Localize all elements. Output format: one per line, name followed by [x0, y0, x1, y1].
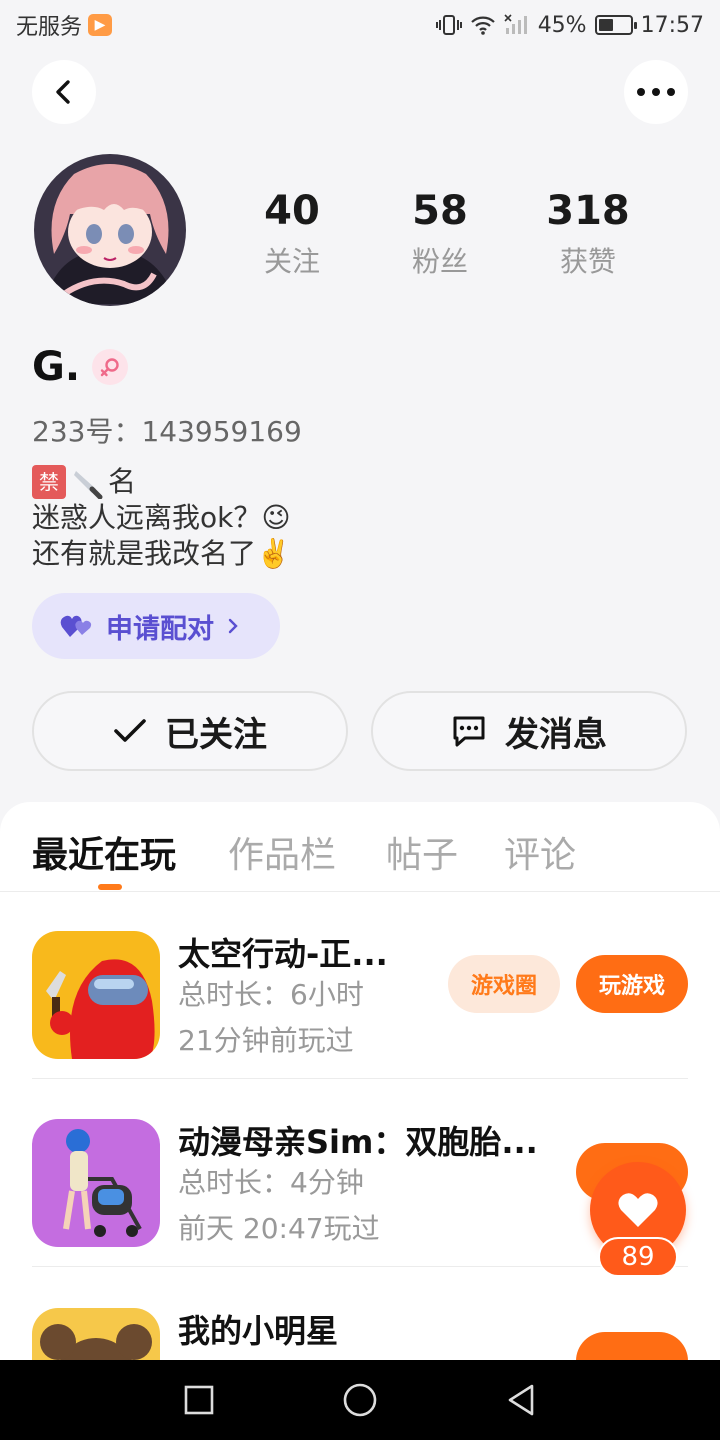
battery-icon [594, 15, 637, 35]
like-count-badge: 89 [598, 1237, 678, 1277]
battery-fill [598, 19, 613, 31]
app-notification-icon: ▶ [88, 14, 113, 36]
bio-line-3: 还有就是我改名了✌️ [32, 537, 291, 570]
game-duration: 总时长：6小时 [178, 978, 364, 1011]
wifi-icon [470, 16, 495, 35]
send-message-button[interactable]: 发消息 [371, 691, 687, 771]
tab-comments[interactable]: 评论 [504, 826, 576, 878]
tab-recently-played[interactable]: 最近在玩 [32, 826, 176, 878]
game-circle-button[interactable]: 游戏圈 [448, 955, 560, 1013]
chevron-right-icon [228, 618, 238, 634]
send-message-label: 发消息 [505, 714, 607, 755]
avatar[interactable] [34, 154, 186, 306]
game-title: 太空行动-正... [178, 935, 388, 973]
tab-posts[interactable]: 帖子 [386, 826, 458, 878]
status-bar: 无服务 ▶ 45% 17:57 [0, 0, 720, 50]
game-title: 动漫母亲Sim：双胞胎... [178, 1123, 538, 1161]
game-title: 我的小明星 [178, 1312, 339, 1350]
game-last-played: 21分钟前玩过 [178, 1024, 354, 1057]
more-button[interactable] [624, 60, 688, 124]
list-item[interactable]: 动漫母亲Sim：双胞胎... 总时长：4分钟 前天 20:47玩过 [32, 1079, 688, 1267]
list-item[interactable]: 太空行动-正... 总时长：6小时 21分钟前玩过 游戏圈 玩游戏 [32, 891, 688, 1079]
bio-line-2: 迷惑人远离我ok？😉 [32, 501, 291, 534]
pair-request-button[interactable]: 申请配对 [32, 593, 280, 659]
ban-tag: 禁 [32, 465, 66, 499]
tab-indicator [98, 884, 122, 890]
battery-percent: 45% [537, 12, 587, 38]
double-heart-icon [60, 615, 92, 637]
followed-button[interactable]: 已关注 [32, 691, 348, 771]
list-item[interactable]: 我的小明星 [32, 1268, 688, 1362]
vibrate-icon [435, 15, 462, 35]
play-game-button[interactable] [576, 1332, 688, 1362]
play-game-button[interactable]: 玩游戏 [576, 955, 688, 1013]
bio-line-1: 名 [108, 465, 137, 498]
knife-icon [74, 471, 103, 499]
pair-request-label: 申请配对 [106, 613, 214, 645]
game-icon [32, 1119, 160, 1247]
stat-likes[interactable]: 318 获赞 [528, 188, 648, 280]
back-nav-icon[interactable] [506, 1384, 536, 1416]
game-last-played: 前天 20:47玩过 [178, 1212, 380, 1245]
likes-count: 318 [546, 188, 630, 234]
chevron-left-icon [56, 80, 70, 104]
username: G. [32, 344, 81, 390]
home-icon[interactable] [342, 1382, 378, 1418]
female-icon [92, 349, 129, 385]
profile-page: 无服务 ▶ 45% 17:57 40 关注 58 粉丝 318 获赞 G. 23… [0, 0, 720, 1440]
tab-bar: 最近在玩 作品栏 帖子 评论 [0, 802, 720, 892]
signal-icon [504, 14, 527, 34]
game-icon [32, 931, 160, 1059]
content-panel: 最近在玩 作品栏 帖子 评论 太空行动-正... 总时长：6小时 21分钟前玩过… [0, 802, 720, 1362]
stat-following[interactable]: 40 关注 [232, 188, 352, 280]
clock: 17:57 [640, 12, 704, 38]
system-nav-bar [0, 1360, 720, 1440]
tab-works[interactable]: 作品栏 [228, 826, 336, 878]
likes-label: 获赞 [559, 245, 616, 278]
avatar-image [34, 154, 186, 306]
divider [32, 1266, 688, 1267]
game-icon [32, 1308, 160, 1362]
user-id: 233号：143959169 [32, 415, 302, 448]
heart-icon [618, 1193, 658, 1227]
carrier-text: 无服务 [16, 15, 83, 40]
following-label: 关注 [263, 245, 320, 278]
message-bubble-icon [453, 716, 485, 747]
game-duration: 总时长：4分钟 [178, 1166, 364, 1199]
followed-label: 已关注 [165, 714, 267, 755]
recent-apps-icon[interactable] [184, 1385, 214, 1415]
bio: 禁 名 迷惑人远离我ok？😉 还有就是我改名了✌️ [32, 464, 291, 572]
checkmark-icon [114, 719, 146, 742]
following-count: 40 [264, 188, 320, 234]
more-dots-icon [637, 88, 675, 96]
followers-count: 58 [412, 188, 468, 234]
stat-followers[interactable]: 58 粉丝 [380, 188, 500, 280]
back-button[interactable] [32, 60, 96, 124]
followers-label: 粉丝 [411, 245, 468, 278]
